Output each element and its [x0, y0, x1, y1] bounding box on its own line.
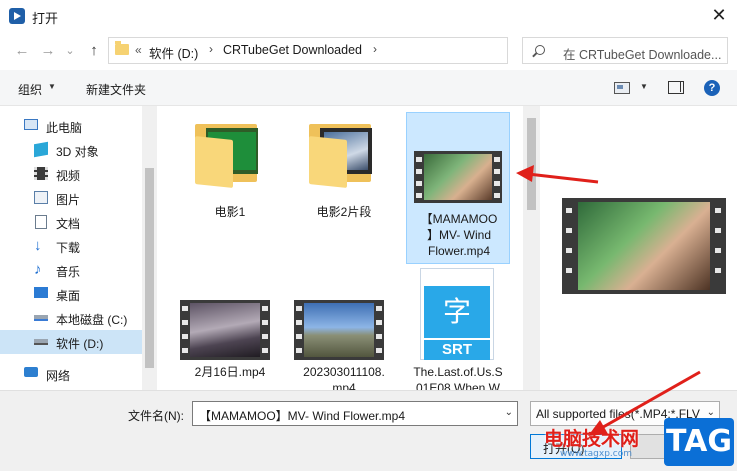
sidebar-item-label: 文档 [56, 217, 81, 231]
music-icon: ♪ [34, 261, 42, 278]
navigation-pane: 此电脑 3D 对象 视频 图片 文档 ↓ 下载 ♪ 音乐 桌面 本地磁盘 (C:… [0, 106, 157, 390]
sidebar-item-label: 此电脑 [46, 121, 83, 135]
file-label-line: mp4 [332, 381, 356, 390]
file-label-line: 】MV- Wind [426, 228, 491, 242]
file-list: 电影1 电影2片段 【MAMAMOO 】MV- Wind Flower.mp4 … [158, 106, 540, 390]
file-list-scrollbar[interactable] [523, 106, 540, 390]
sidebar-item-desktop[interactable]: 桌面 [0, 282, 142, 306]
drive-icon [34, 339, 48, 345]
file-label-line: 【MAMAMOO [420, 212, 498, 226]
command-toolbar: 组织 ▼ 新建文件夹 ▼ ? [0, 70, 737, 106]
organize-button[interactable]: 组织 [18, 81, 42, 98]
scrollbar-thumb[interactable] [527, 118, 536, 210]
file-label-line: 01E08.When.W [415, 381, 501, 390]
document-icon [35, 215, 47, 229]
filename-input[interactable]: 【MAMAMOO】MV- Wind Flower.mp4 ⌄ [192, 401, 518, 426]
sidebar-item-label: 软件 (D:) [56, 337, 104, 351]
forward-button[interactable]: → [38, 41, 58, 61]
sidebar-item-3d-objects[interactable]: 3D 对象 [0, 138, 142, 162]
sidebar-scrollbar[interactable] [142, 106, 157, 390]
watermark-text: 电脑技术网 [544, 428, 640, 450]
sidebar-item-drive-c[interactable]: 本地磁盘 (C:) [0, 306, 142, 330]
sidebar-item-label: 本地磁盘 (C:) [56, 313, 128, 327]
file-item-selected[interactable]: 【MAMAMOO 】MV- Wind Flower.mp4 [406, 112, 510, 264]
file-label-line: Flower.mp4 [427, 244, 491, 258]
cube-icon [34, 141, 48, 158]
folder-icon [115, 41, 129, 55]
new-folder-button[interactable]: 新建文件夹 [86, 81, 146, 98]
recent-locations-button[interactable]: ⌄ [60, 41, 80, 61]
caret-down-icon[interactable]: ▼ [640, 82, 648, 91]
watermark-logo: TAG [664, 418, 734, 466]
file-label-line: 电影1 [214, 205, 246, 219]
sidebar-item-label: 网络 [46, 369, 71, 383]
navigation-bar: ← → ⌄ ↑ « 软件 (D:) › CRTubeGet Downloaded… [0, 32, 737, 70]
close-button[interactable]: ✕ [704, 2, 734, 28]
sidebar-item-music[interactable]: ♪ 音乐 [0, 258, 142, 282]
sidebar-item-this-pc[interactable]: 此电脑 [0, 114, 142, 138]
file-item[interactable]: 字 SRT The.Last.of.Us.S 01E08.When.W [406, 266, 510, 390]
watermark-url: www.tagxp.com [560, 449, 632, 459]
file-item[interactable]: 202303011108. mp4 [292, 294, 396, 390]
sidebar-item-label: 视频 [56, 169, 81, 183]
sidebar-item-label: 3D 对象 [56, 145, 99, 159]
file-label-line: 电影2片段 [316, 205, 372, 219]
change-view-icon[interactable] [614, 82, 630, 94]
srt-badge: SRT [424, 340, 490, 360]
address-overflow[interactable]: « [135, 43, 142, 57]
window-title: 打开 [32, 11, 59, 26]
file-item[interactable]: 电影2片段 [292, 114, 396, 232]
breadcrumb-folder[interactable]: CRTubeGet Downloaded [223, 43, 362, 57]
caret-down-icon[interactable]: ▼ [48, 82, 56, 91]
desktop-icon [34, 287, 48, 298]
sidebar-item-label: 图片 [56, 193, 81, 207]
network-icon [24, 367, 38, 377]
search-placeholder: 在 CRTubeGet Downloade... [563, 48, 722, 62]
sidebar-item-drive-d[interactable]: 软件 (D:) [0, 330, 142, 354]
sidebar-item-label: 音乐 [56, 265, 81, 279]
sidebar-item-pictures[interactable]: 图片 [0, 186, 142, 210]
sidebar-item-label: 桌面 [56, 289, 81, 303]
video-icon [34, 167, 48, 180]
file-label-line: 202303011108. [303, 365, 385, 379]
computer-icon [24, 119, 38, 130]
download-icon: ↓ [34, 237, 42, 254]
picture-icon [34, 191, 48, 204]
search-icon [535, 45, 545, 55]
sidebar-item-downloads[interactable]: ↓ 下载 [0, 234, 142, 258]
breadcrumb-drive[interactable]: 软件 (D:) [149, 43, 198, 62]
back-button[interactable]: ← [12, 41, 32, 61]
chevron-down-icon[interactable]: ⌄ [505, 407, 513, 418]
file-label-line: The.Last.of.Us.S [413, 365, 503, 379]
app-icon [9, 8, 25, 24]
srt-glyph: 字 [424, 286, 490, 338]
sidebar-item-network[interactable]: 网络 [0, 362, 142, 386]
sidebar-item-documents[interactable]: 文档 [0, 210, 142, 234]
preview-pane [540, 106, 737, 390]
file-item[interactable]: 2月16日.mp4 [178, 294, 282, 390]
chevron-right-icon[interactable]: › [373, 42, 377, 56]
sidebar-item-label: 下载 [56, 241, 81, 255]
sidebar-item-videos[interactable]: 视频 [0, 162, 142, 186]
preview-pane-icon[interactable] [668, 81, 684, 94]
file-item[interactable]: 电影1 [178, 114, 282, 232]
drive-icon [34, 315, 48, 321]
title-bar: 打开 ✕ [0, 0, 737, 32]
filename-value: 【MAMAMOO】MV- Wind Flower.mp4 [199, 409, 406, 423]
search-box[interactable]: 在 CRTubeGet Downloade... [522, 37, 728, 64]
address-bar[interactable]: « 软件 (D:) › CRTubeGet Downloaded › ↻ [108, 37, 604, 64]
chevron-down-icon[interactable]: ⌄ [707, 407, 715, 418]
filename-label: 文件名(N): [128, 409, 184, 423]
file-label-line: 2月16日.mp4 [194, 365, 266, 379]
up-button[interactable]: ↑ [84, 41, 104, 61]
chevron-right-icon[interactable]: › [209, 42, 213, 56]
help-icon[interactable]: ? [704, 80, 720, 96]
scrollbar-thumb[interactable] [145, 168, 154, 368]
